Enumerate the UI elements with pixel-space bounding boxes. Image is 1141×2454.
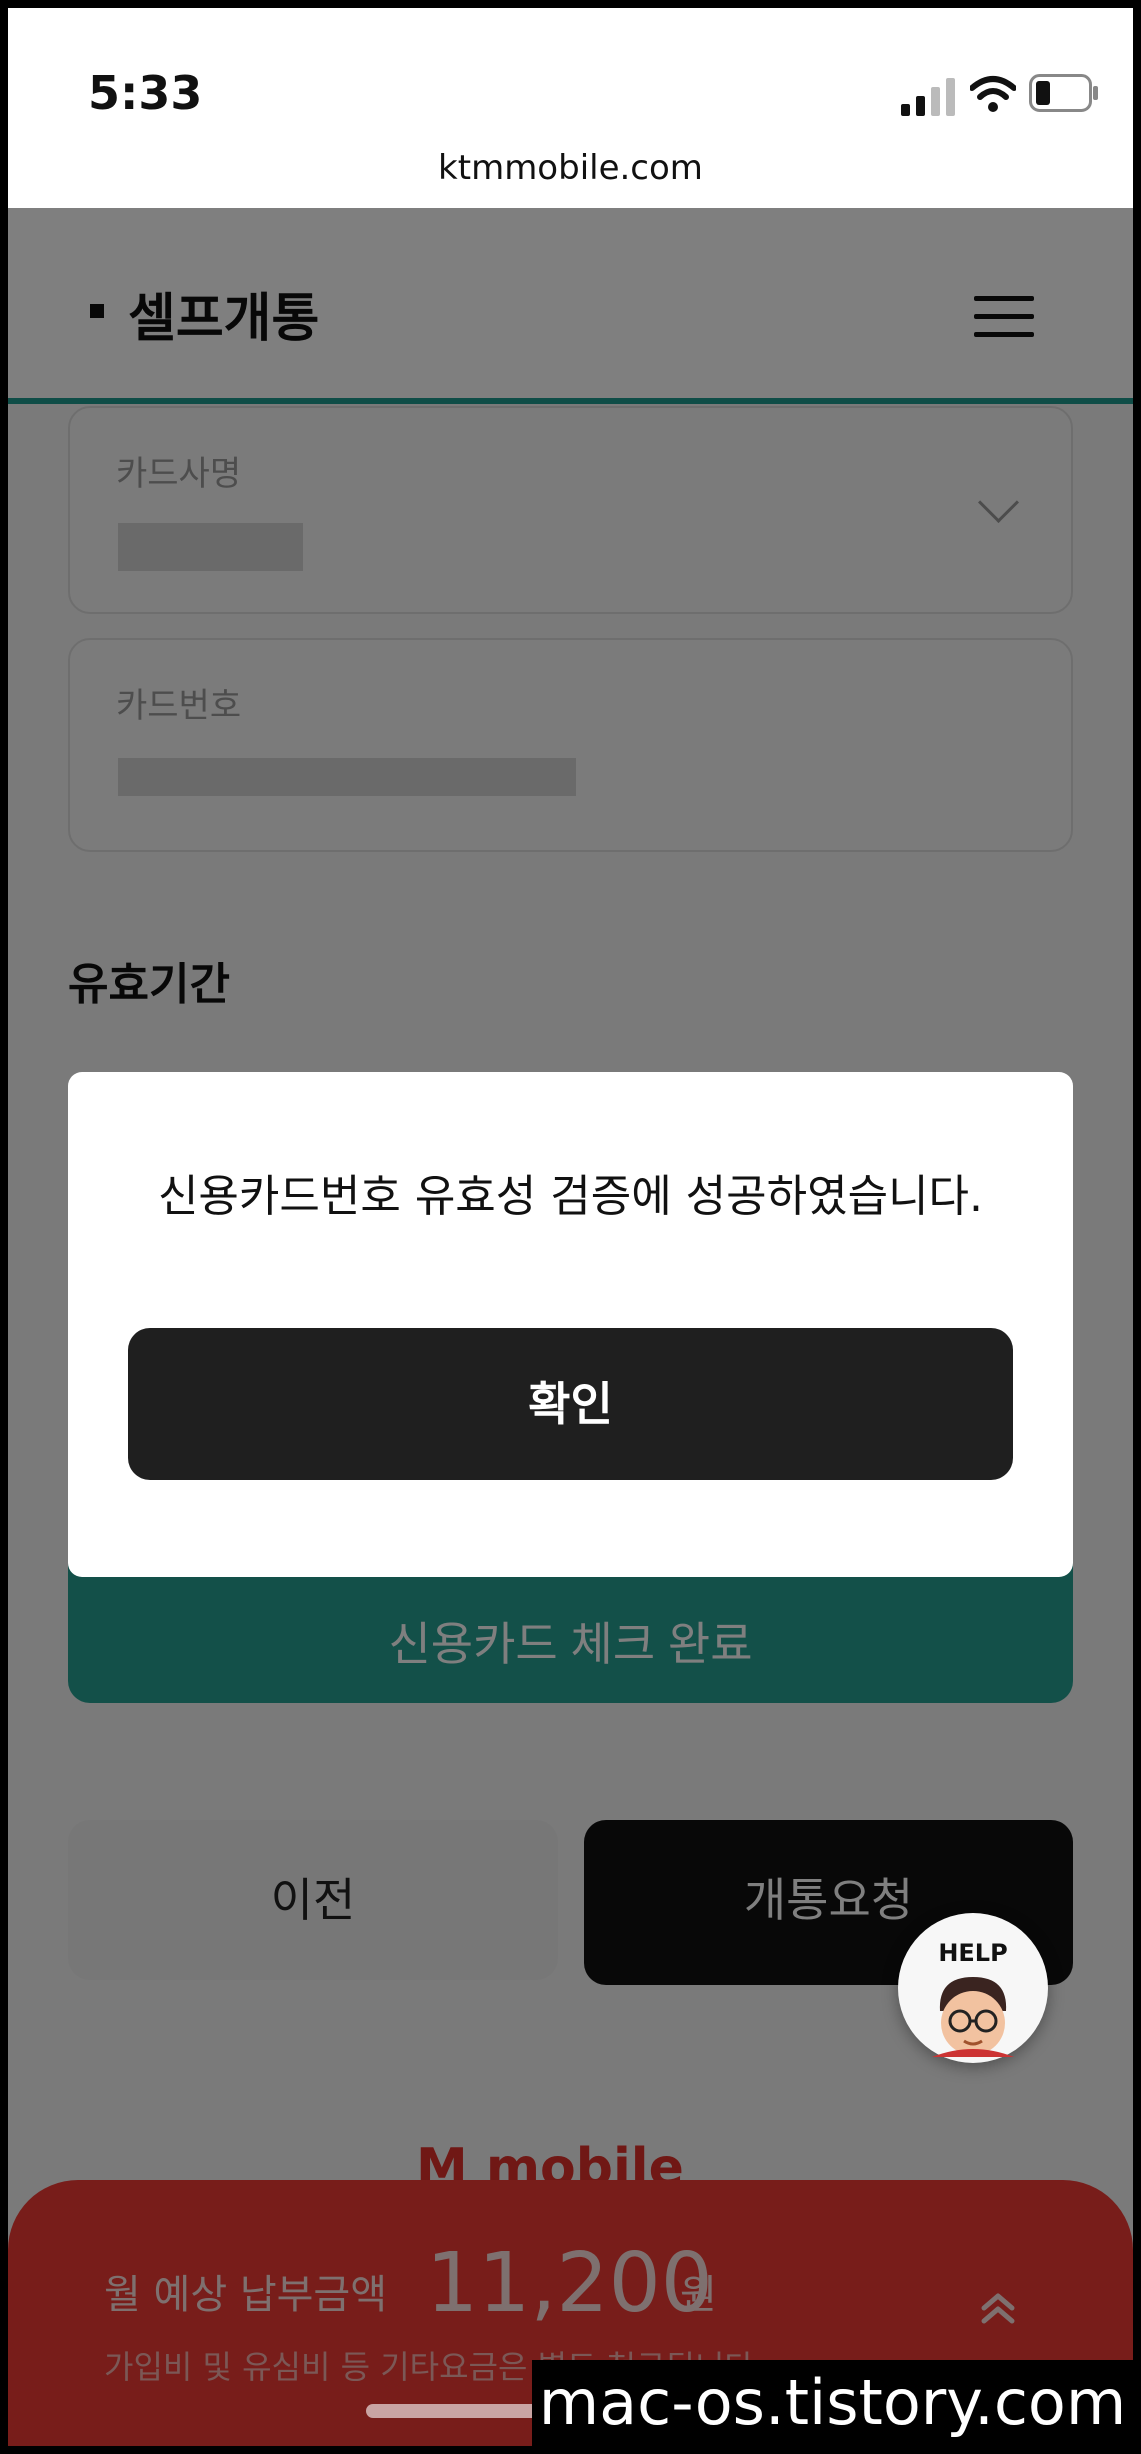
alert-dialog: 신용카드번호 유효성 검증에 성공하였습니다. 확인 bbox=[68, 1072, 1073, 1577]
status-bar: 5:33 ktmmobile.com bbox=[8, 8, 1133, 188]
dialog-message: 신용카드번호 유효성 검증에 성공하였습니다. bbox=[157, 1171, 984, 1222]
help-chat-button[interactable]: HELP bbox=[898, 1913, 1048, 2063]
cellular-signal-icon bbox=[901, 78, 955, 116]
confirm-button[interactable]: 확인 bbox=[128, 1328, 1013, 1480]
battery-icon bbox=[1029, 74, 1098, 112]
avatar-face-icon bbox=[932, 1977, 1014, 2057]
help-label: HELP bbox=[938, 1939, 1008, 1967]
wifi-icon bbox=[970, 76, 1016, 112]
address-bar-url[interactable]: ktmmobile.com bbox=[8, 148, 1133, 188]
status-time: 5:33 bbox=[88, 66, 203, 120]
watermark-text: mac-os.tistory.com bbox=[532, 2360, 1133, 2446]
phone-screen: 5:33 ktmmobile.com 셀프개통 카드사명 bbox=[8, 8, 1133, 2446]
